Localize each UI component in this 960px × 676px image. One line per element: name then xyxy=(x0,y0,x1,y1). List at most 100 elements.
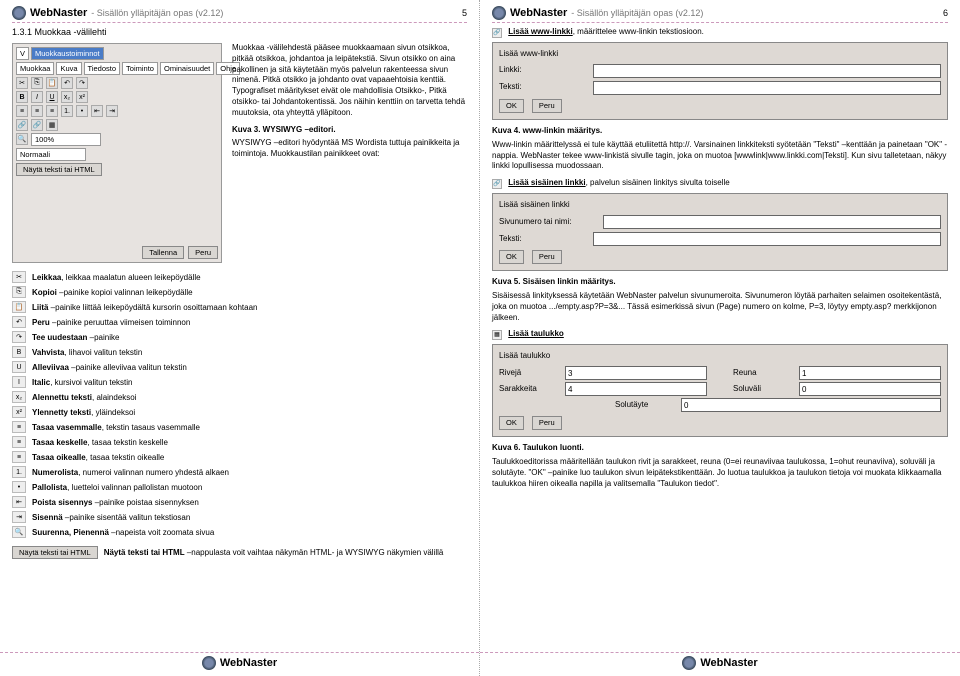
logo-icon xyxy=(492,6,506,20)
label-sivunum: Sivunumero tai nimi: xyxy=(499,217,599,228)
editor-screenshot: V Muokkaustoiminnot Muokkaa Kuva Tiedost… xyxy=(12,43,222,263)
tab-toiminto[interactable]: Toiminto xyxy=(122,62,158,75)
tab-muokkaustoiminnot[interactable]: Muokkaustoiminnot xyxy=(31,47,104,60)
page-footer: WebNaster xyxy=(0,652,479,670)
bold-button[interactable]: B xyxy=(16,91,28,103)
indent-icon[interactable]: ⇥ xyxy=(106,105,118,117)
ok-button[interactable]: OK xyxy=(499,250,524,264)
toolbar-icon: ≡ xyxy=(12,421,26,433)
internal-link-icon[interactable]: 🔗 xyxy=(31,119,43,131)
toolbar-icon: 1. xyxy=(12,466,26,478)
outdent-icon[interactable]: ⇤ xyxy=(91,105,103,117)
toolbar-desc-item: ≡Tasaa oikealle, tasaa tekstin oikealle xyxy=(12,451,467,463)
toolbar-description-list: ✂Leikkaa, leikkaa maalatun alueen leikep… xyxy=(12,271,467,538)
toolbar-icon: U xyxy=(12,361,26,373)
numbered-list-icon[interactable]: 1. xyxy=(61,105,73,117)
label-riveja: Rivejä xyxy=(499,368,559,379)
ok-button[interactable]: OK xyxy=(499,416,524,430)
logo-icon xyxy=(12,6,26,20)
link-icon: 🔗 xyxy=(492,28,502,38)
bullet-list-icon[interactable]: • xyxy=(76,105,88,117)
input-reuna[interactable] xyxy=(799,366,941,380)
cancel-button[interactable]: Peru xyxy=(532,250,562,264)
kuva3-caption: Kuva 3. WYSIWYG –editori. xyxy=(232,125,467,136)
kuva6-caption: Kuva 6. Taulukon luonti. xyxy=(492,443,948,454)
toolbar-desc-item: 📋Liitä –painike liittää leikepöydältä ku… xyxy=(12,301,467,313)
table-icon[interactable]: ▦ xyxy=(46,119,58,131)
save-button[interactable]: Tallenna xyxy=(142,246,184,259)
toolbar-icon: 🔍 xyxy=(12,526,26,538)
tab-tiedosto[interactable]: Tiedosto xyxy=(84,62,121,75)
cancel-button[interactable]: Peru xyxy=(188,246,218,259)
input-teksti[interactable] xyxy=(593,81,941,95)
section-heading: 1.3.1 Muokkaa -välilehti xyxy=(12,27,467,37)
tab-v[interactable]: V xyxy=(16,47,29,60)
tab-ominaisuudet[interactable]: Ominaisuudet xyxy=(160,62,214,75)
kuva3-text: WYSIWYG –editori hyödyntää MS Wordista t… xyxy=(232,138,467,160)
input-teksti2[interactable] xyxy=(593,232,941,246)
www-link-dialog: Lisää www-linkki Linkki: Teksti: OK Peru xyxy=(492,42,948,120)
toolbar-icon: ↷ xyxy=(12,331,26,343)
align-center-icon[interactable]: ≡ xyxy=(31,105,43,117)
label-soluvali: Soluväli xyxy=(733,384,793,395)
page-5: WebNaster - Sisällön ylläpitäjän opas (v… xyxy=(0,0,480,676)
label-reuna: Reuna xyxy=(733,368,793,379)
show-html-button-inline[interactable]: Näytä teksti tai HTML xyxy=(12,546,98,559)
zoom-select[interactable]: 100% xyxy=(31,133,101,146)
input-sivunum[interactable] xyxy=(603,215,941,229)
kuva4-caption: Kuva 4. www-linkin määritys. xyxy=(492,126,948,137)
show-html-button[interactable]: Näytä teksti tai HTML xyxy=(16,163,102,176)
toolbar-desc-item: •Pallolista, luetteloi valinnan pallolis… xyxy=(12,481,467,493)
redo-icon[interactable]: ↷ xyxy=(76,77,88,89)
footer-logo-icon xyxy=(682,656,696,670)
style-select[interactable]: Normaali xyxy=(16,148,86,161)
toolbar-icon: B xyxy=(12,346,26,358)
kuva5-caption: Kuva 5. Sisäisen linkin määritys. xyxy=(492,277,948,288)
page-number: 6 xyxy=(943,8,948,18)
cut-icon[interactable]: ✂ xyxy=(16,77,28,89)
toolbar-desc-item: ≡Tasaa keskelle, tasaa tekstin keskelle xyxy=(12,436,467,448)
underline-button[interactable]: U xyxy=(46,91,58,103)
para-muokkaa: Muokkaa -välilehdestä pääsee muokkaamaan… xyxy=(232,43,467,119)
tab-kuva[interactable]: Kuva xyxy=(56,62,81,75)
page-number: 5 xyxy=(462,8,467,18)
toolbar-desc-item: ↷Tee uudestaan –painike xyxy=(12,331,467,343)
input-sarakkeita[interactable] xyxy=(565,382,707,396)
toolbar-desc-item: IItalic, kursivoi valitun tekstin xyxy=(12,376,467,388)
input-solutayte[interactable] xyxy=(681,398,941,412)
tab-muokkaa[interactable]: Muokkaa xyxy=(16,62,54,75)
toolbar-icon: ≡ xyxy=(12,436,26,448)
page-header: WebNaster - Sisällön ylläpitäjän opas (v… xyxy=(492,6,948,23)
superscript-button[interactable]: x² xyxy=(76,91,88,103)
kuva6-text: Taulukkoeditorissa määritellään taulukon… xyxy=(492,457,948,489)
input-riveja[interactable] xyxy=(565,366,707,380)
www-link-intro: 🔗 Lisää www-linkki, määrittelee www-link… xyxy=(492,27,948,38)
zoom-in-icon[interactable]: 🔍 xyxy=(16,133,28,145)
copy-icon[interactable]: ⎘ xyxy=(31,77,43,89)
toolbar-icon: ⇤ xyxy=(12,496,26,508)
cancel-button[interactable]: Peru xyxy=(532,99,562,113)
undo-icon[interactable]: ↶ xyxy=(61,77,73,89)
subscript-button[interactable]: x₂ xyxy=(61,91,73,103)
toolbar-desc-item: ✂Leikkaa, leikkaa maalatun alueen leikep… xyxy=(12,271,467,283)
page-header: WebNaster - Sisällön ylläpitäjän opas (v… xyxy=(12,6,467,23)
toolbar-icon: ⇥ xyxy=(12,511,26,523)
toolbar-desc-item: ↶Peru –painike peruuttaa viimeisen toimi… xyxy=(12,316,467,328)
input-soluvali[interactable] xyxy=(799,382,941,396)
internal-link-dialog: Lisää sisäinen linkki Sivunumero tai nim… xyxy=(492,193,948,271)
table-dialog: Lisää taulukko Rivejä Reuna Sarakkeita S… xyxy=(492,344,948,437)
cancel-button[interactable]: Peru xyxy=(532,416,562,430)
align-right-icon[interactable]: ≡ xyxy=(46,105,58,117)
toolbar-icon: I xyxy=(12,376,26,388)
label-solutayte: Solutäyte xyxy=(615,400,675,411)
toolbar-desc-item: 1.Numerolista, numeroi valinnan numero y… xyxy=(12,466,467,478)
input-linkki[interactable] xyxy=(593,64,941,78)
align-left-icon[interactable]: ≡ xyxy=(16,105,28,117)
toolbar-desc-item: ⎘Kopioi –painike kopioi valinnan leikepö… xyxy=(12,286,467,298)
label-linkki: Linkki: xyxy=(499,65,589,76)
italic-button[interactable]: I xyxy=(31,91,43,103)
link-icon[interactable]: 🔗 xyxy=(16,119,28,131)
ok-button[interactable]: OK xyxy=(499,99,524,113)
label-teksti: Teksti: xyxy=(499,82,589,93)
paste-icon[interactable]: 📋 xyxy=(46,77,58,89)
